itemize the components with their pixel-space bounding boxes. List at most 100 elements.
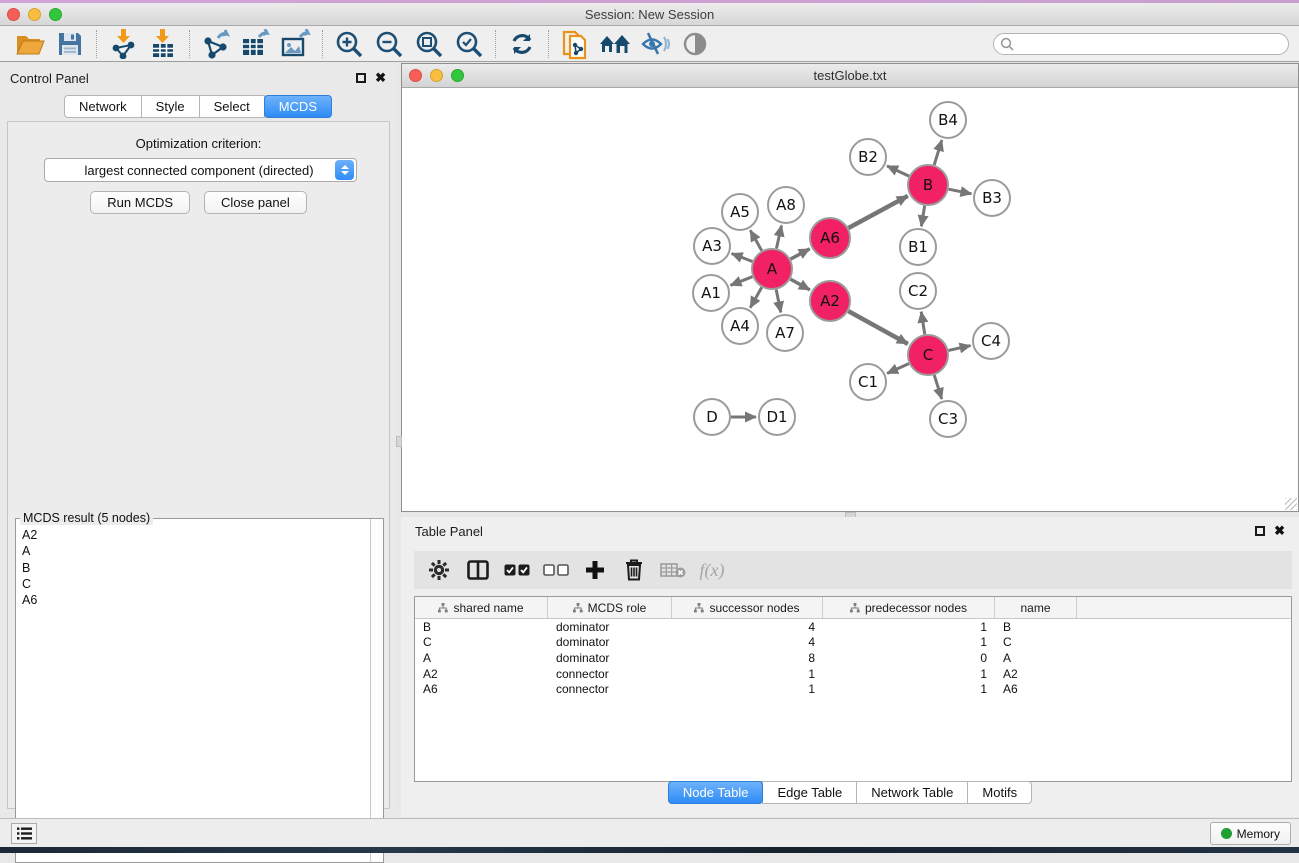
graph-edge-B-B1[interactable]	[921, 206, 924, 227]
graph-node-B4[interactable]: B4	[930, 102, 966, 138]
graph-edge-C-C2[interactable]	[921, 312, 925, 335]
graph-node-C2[interactable]: C2	[900, 273, 936, 309]
zoom-in-button[interactable]	[329, 28, 369, 60]
graph-node-B3[interactable]: B3	[974, 180, 1010, 216]
mcds-result-item[interactable]: C	[22, 576, 379, 592]
graph-node-A[interactable]: A	[752, 249, 792, 289]
graph-edge-A-A1[interactable]	[731, 277, 753, 286]
network-window-titlebar[interactable]: testGlobe.txt	[402, 64, 1298, 88]
import-table-button[interactable]	[143, 28, 183, 60]
graph-node-C4[interactable]: C4	[973, 323, 1009, 359]
export-network-button[interactable]	[196, 28, 236, 60]
zoom-out-button[interactable]	[369, 28, 409, 60]
graph-node-A7[interactable]: A7	[767, 315, 803, 351]
graph-edge-A-A5[interactable]	[750, 230, 761, 250]
graph-node-C[interactable]: C	[908, 335, 948, 375]
table-row[interactable]: Cdominator41C	[415, 635, 1291, 651]
zoom-selected-button[interactable]	[449, 28, 489, 60]
column-header-name[interactable]: name	[995, 597, 1077, 618]
column-header-shared-name[interactable]: shared name	[415, 597, 548, 618]
show-graphics-details-button[interactable]	[675, 28, 715, 60]
home-button[interactable]	[595, 28, 635, 60]
graph-node-A6[interactable]: A6	[810, 218, 850, 258]
graph-edge-A-A8[interactable]	[776, 226, 781, 249]
memory-button[interactable]: Memory	[1210, 822, 1291, 845]
hide-graphics-details-button[interactable]	[635, 28, 675, 60]
graph-node-C3[interactable]: C3	[930, 401, 966, 437]
export-image-button[interactable]	[276, 28, 316, 60]
table-row[interactable]: Adominator80A	[415, 650, 1291, 666]
graph-node-B1[interactable]: B1	[900, 229, 936, 265]
run-mcds-button[interactable]: Run MCDS	[90, 191, 190, 214]
select-all-checkboxes-button[interactable]	[502, 555, 532, 585]
table-settings-button[interactable]	[424, 555, 454, 585]
tab-network-table[interactable]: Network Table	[856, 781, 968, 804]
graph-node-B2[interactable]: B2	[850, 139, 886, 175]
graph-edge-C-C4[interactable]	[948, 346, 970, 351]
graph-node-A5[interactable]: A5	[722, 194, 758, 230]
column-header-mcds-role[interactable]: MCDS role	[548, 597, 672, 618]
tab-style[interactable]: Style	[141, 95, 200, 118]
graph-edge-B-B3[interactable]	[949, 189, 972, 194]
graph-node-A3[interactable]: A3	[694, 228, 730, 264]
close-panel-button[interactable]: Close panel	[204, 191, 307, 214]
window-resize-grip[interactable]	[1285, 498, 1297, 510]
float-table-panel-icon[interactable]	[1255, 526, 1265, 536]
result-scrollbar[interactable]	[370, 519, 383, 862]
close-panel-icon[interactable]: ✖	[375, 73, 386, 83]
graph-node-D[interactable]: D	[694, 399, 730, 435]
tab-network[interactable]: Network	[64, 95, 142, 118]
column-header-successor-nodes[interactable]: successor nodes	[672, 597, 823, 618]
graph-edge-A-A4[interactable]	[750, 287, 761, 307]
tab-select[interactable]: Select	[199, 95, 265, 118]
graph-edge-A-A7[interactable]	[776, 290, 781, 313]
vertical-split-grip[interactable]	[396, 436, 402, 447]
zoom-fit-button[interactable]	[409, 28, 449, 60]
graph-node-A1[interactable]: A1	[693, 275, 729, 311]
search-box[interactable]	[993, 33, 1289, 55]
import-network-button[interactable]	[103, 28, 143, 60]
clone-network-button[interactable]	[555, 28, 595, 60]
refresh-button[interactable]	[502, 28, 542, 60]
task-history-button[interactable]	[11, 823, 37, 844]
graph-node-C1[interactable]: C1	[850, 364, 886, 400]
optimization-criterion-select[interactable]: largest connected component (directed)	[44, 158, 357, 182]
deselect-all-checkboxes-button[interactable]	[541, 555, 571, 585]
add-column-button[interactable]	[580, 555, 610, 585]
graph-node-D1[interactable]: D1	[759, 399, 795, 435]
tab-node-table[interactable]: Node Table	[668, 781, 764, 804]
tab-motifs[interactable]: Motifs	[967, 781, 1032, 804]
open-session-button[interactable]	[10, 28, 50, 60]
mcds-result-item[interactable]: A6	[22, 592, 379, 608]
table-row[interactable]: A6connector11A6	[415, 681, 1291, 697]
tab-edge-table[interactable]: Edge Table	[762, 781, 857, 804]
graph-edge-A2-C[interactable]	[848, 311, 907, 344]
mcds-result-item[interactable]: A	[22, 543, 379, 559]
column-header-predecessor-nodes[interactable]: predecessor nodes	[823, 597, 995, 618]
table-row[interactable]: A2connector11A2	[415, 666, 1291, 682]
network-canvas[interactable]: B4 B2 B B3 A8 A5 A6 B1 A3 A C2 A1 A2 A4A7 C4 C C1 C3 D D1	[402, 88, 1298, 511]
graph-node-A8[interactable]: A8	[768, 187, 804, 223]
delete-table-button[interactable]	[658, 555, 688, 585]
graph-node-A4[interactable]: A4	[722, 308, 758, 344]
column-panel-button[interactable]	[463, 555, 493, 585]
search-input[interactable]	[1014, 37, 1288, 51]
graph-node-A2[interactable]: A2	[810, 281, 850, 321]
graph-edge-A-A2[interactable]	[790, 279, 809, 290]
graph-edge-A-A3[interactable]	[732, 254, 753, 262]
mcds-result-item[interactable]: A2	[22, 527, 379, 543]
graph-edge-A6-B[interactable]	[848, 196, 907, 228]
graph-edge-C-C1[interactable]	[887, 364, 909, 374]
close-table-panel-icon[interactable]: ✖	[1274, 526, 1285, 536]
graph-edge-A-A6[interactable]	[791, 249, 810, 259]
export-table-button[interactable]	[236, 28, 276, 60]
mcds-result-item[interactable]: B	[22, 560, 379, 576]
save-session-button[interactable]	[50, 28, 90, 60]
table-row[interactable]: Bdominator41B	[415, 619, 1291, 635]
graph-edge-C-C3[interactable]	[934, 375, 941, 399]
graph-edge-B-B4[interactable]	[934, 140, 942, 165]
delete-column-button[interactable]	[619, 555, 649, 585]
tab-mcds[interactable]: MCDS	[264, 95, 332, 118]
graph-node-B[interactable]: B	[908, 165, 948, 205]
float-panel-icon[interactable]	[356, 73, 366, 83]
